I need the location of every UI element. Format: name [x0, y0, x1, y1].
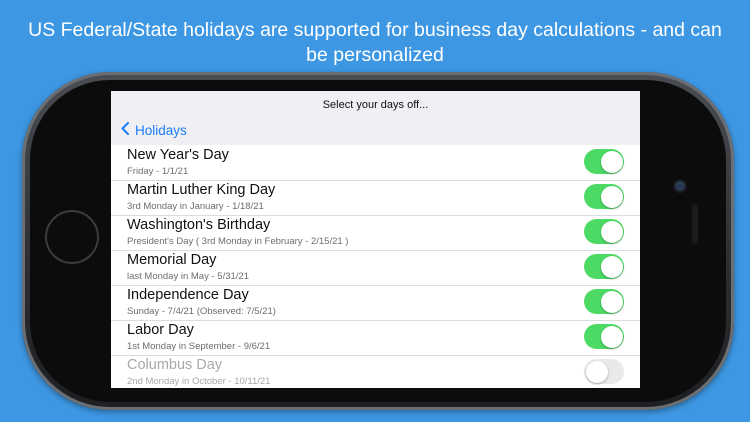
holiday-toggle[interactable]: [584, 289, 624, 314]
holiday-subtitle: President's Day ( 3rd Monday in February…: [127, 236, 349, 247]
headline: US Federal/State holidays are supported …: [28, 19, 722, 66]
toggle-knob: [600, 220, 623, 243]
toggle-knob: [600, 255, 623, 278]
holiday-subtitle: last Monday in May - 5/31/21: [127, 271, 249, 282]
holiday-subtitle: 2nd Monday in October - 10/11/21: [127, 376, 271, 387]
toggle-knob: [585, 360, 608, 383]
back-label: Holidays: [135, 123, 187, 138]
toggle-knob: [600, 290, 623, 313]
list-item: New Year's Day Friday - 1/1/21: [111, 145, 640, 181]
holiday-subtitle: Sunday - 7/4/21 (Observed: 7/5/21): [127, 306, 276, 317]
holiday-toggle[interactable]: [584, 184, 624, 209]
list-item: Columbus Day 2nd Monday in October - 10/…: [111, 355, 640, 388]
toggle-knob: [600, 150, 623, 173]
holiday-toggle[interactable]: [584, 149, 624, 174]
holiday-title: Labor Day: [127, 322, 194, 338]
camera-icon: [675, 181, 685, 191]
list-item: Washington's Birthday President's Day ( …: [111, 215, 640, 251]
speaker-grille: [692, 204, 698, 244]
holiday-list: New Year's Day Friday - 1/1/21 Martin Lu…: [111, 145, 640, 388]
holiday-subtitle: 3rd Monday in January - 1/18/21: [127, 201, 264, 212]
holiday-subtitle: 1st Monday in September - 9/6/21: [127, 341, 271, 352]
holiday-title: Independence Day: [127, 287, 249, 303]
chevron-left-icon: [121, 121, 129, 141]
home-button[interactable]: [47, 212, 97, 262]
list-item: Independence Day Sunday - 7/4/21 (Observ…: [111, 285, 640, 321]
list-item: Martin Luther King Day 3rd Monday in Jan…: [111, 180, 640, 216]
list-item: Labor Day 1st Monday in September - 9/6/…: [111, 320, 640, 356]
holiday-title: New Year's Day: [127, 147, 229, 163]
holiday-title: Columbus Day: [127, 357, 223, 373]
toggle-knob: [600, 185, 623, 208]
app-screen: Select your days off... Holidays New Yea…: [111, 91, 640, 388]
holiday-toggle[interactable]: [584, 324, 624, 349]
holiday-subtitle: Friday - 1/1/21: [127, 166, 189, 177]
toggle-knob: [600, 325, 623, 348]
holiday-title: Martin Luther King Day: [127, 182, 276, 198]
holiday-title: Washington's Birthday: [127, 217, 271, 233]
list-item: Memorial Day last Monday in May - 5/31/2…: [111, 250, 640, 286]
back-button[interactable]: Holidays: [121, 121, 187, 141]
nav-prompt: Select your days off...: [322, 99, 429, 111]
holiday-toggle[interactable]: [584, 219, 624, 244]
holiday-toggle[interactable]: [584, 254, 624, 279]
holiday-title: Memorial Day: [127, 252, 217, 268]
holiday-toggle[interactable]: [584, 359, 624, 384]
